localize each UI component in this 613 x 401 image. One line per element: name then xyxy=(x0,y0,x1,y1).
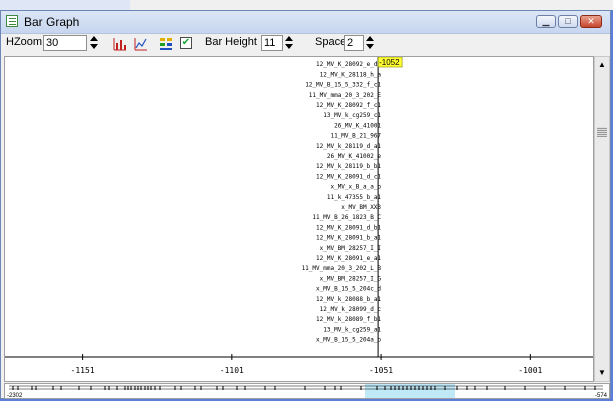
bar-label: 12_MV_k_28119_b_b1 xyxy=(316,163,381,170)
space-input[interactable]: 2 xyxy=(344,35,364,51)
bar-label: x_MV_B_15_5_204a_b xyxy=(316,337,381,344)
bar-height-spinner[interactable] xyxy=(284,36,294,50)
hzoom-label: HZoom xyxy=(6,36,43,48)
bar-graph-app-icon xyxy=(6,15,18,27)
bar-label: 11_MV_mma_20_3_202_L_B xyxy=(302,265,382,272)
bar-label: 11_MV_mma_20_3_202_E xyxy=(309,92,382,99)
show-values-checkbox[interactable]: ✔ xyxy=(180,37,192,49)
bar-label: 12_MV_B_15_5_332_f_c1 xyxy=(305,82,381,89)
space-label: Space xyxy=(315,36,347,48)
hzoom-input[interactable]: 30 xyxy=(43,35,87,51)
x-tick-label: -1151 xyxy=(71,366,95,375)
hzoom-spinner[interactable] xyxy=(89,36,99,50)
bar-height-input[interactable]: 11 xyxy=(261,35,283,51)
bar-label: 13_MV_k_cg259_a1 xyxy=(323,326,381,333)
scroll-thumb[interactable] xyxy=(597,127,607,137)
bar-chart-vertical-icon[interactable] xyxy=(113,37,127,51)
scroll-down-arrow-icon[interactable]: ▼ xyxy=(597,367,607,379)
value-tooltip-text: -1052 xyxy=(379,58,400,67)
bar-label: 12_MV_K_28091_d_b1 xyxy=(316,224,381,231)
close-button[interactable]: ✕ xyxy=(580,15,602,28)
color-bars-icon[interactable] xyxy=(159,37,173,51)
toolbar: HZoom 30 ✔ Bar Height 11 Space 2 xyxy=(1,34,610,54)
bar-label: 12_MV_K_28091_e_a1 xyxy=(316,255,381,262)
bar-label: x_MV_BM_XX3 xyxy=(341,204,381,211)
minimize-button[interactable]: ▁ xyxy=(536,15,556,28)
bar-label: 13_MV_k_cg259_c1 xyxy=(323,112,381,119)
bar-label: 11_MV_B_26_1823_B_C xyxy=(312,214,381,221)
line-chart-icon[interactable] xyxy=(134,37,148,51)
bar-label: 11_MV_B_21_967 xyxy=(330,133,381,140)
maximize-button[interactable]: □ xyxy=(558,15,578,28)
vertical-scrollbar[interactable]: ▲ ▼ xyxy=(594,56,610,382)
bar-label: 12_MV_K_28118_h_a xyxy=(320,71,382,78)
bar-graph-window: Bar Graph ▁ □ ✕ HZoom 30 ✔ Bar Height 11… xyxy=(0,10,611,399)
bar-label: x_MV_B_15_5_204c_d xyxy=(316,286,381,293)
bar-label: x_MV_x_B_a_a_b xyxy=(330,184,381,191)
bar-label: 12_MV_K_28092_f_c1 xyxy=(316,102,381,109)
bar-label: 12_MV_k_28088_b_a1 xyxy=(316,296,381,303)
bar-label: 26_MV_K_41002_e xyxy=(327,153,382,160)
scroll-up-arrow-icon[interactable]: ▲ xyxy=(597,59,607,71)
overview-right-label: -574 xyxy=(595,393,608,398)
bar-label: x_MV_BM_28257_I_I xyxy=(320,245,382,252)
bar-label: 12_MV_k_28099_d_c xyxy=(320,306,382,313)
space-spinner[interactable] xyxy=(365,36,375,50)
bar-label: x_MV_BM_28257_I_G xyxy=(320,275,382,282)
bar-chart: 12_MV_K_28092_e_d1 12_MV_K_28118_h_a 12_MV… xyxy=(5,56,593,375)
overview-left-label: -2302 xyxy=(7,393,23,398)
overview-graphic: -2302 -574 xyxy=(7,384,608,399)
bar-label: 12_MV_K_28091_d_c1 xyxy=(316,173,381,180)
overview-strip[interactable]: -2302 -574 xyxy=(4,383,610,399)
bar-label: 12_MV_k_28089_f_b1 xyxy=(316,316,381,323)
x-tick-label: -1001 xyxy=(518,366,542,375)
bar-label: 12_MV_k_28119_d_a1 xyxy=(316,143,381,150)
bar-label: 12_MV_K_28092_e_d1 xyxy=(316,61,381,68)
bar-height-label: Bar Height xyxy=(205,36,257,48)
x-tick-label: -1101 xyxy=(220,366,244,375)
desktop-background xyxy=(0,0,613,10)
bar-label: 11_k_47355_b_a1 xyxy=(327,194,382,201)
window-title: Bar Graph xyxy=(24,15,80,29)
bar-label: 26_MV_K_41001 xyxy=(334,122,381,129)
chart-area[interactable]: 12_MV_K_28092_e_d1 12_MV_K_28118_h_a 12_MV… xyxy=(4,56,594,382)
desktop-highlight xyxy=(0,0,130,10)
bar-label: 12_MV_K_28091_b_a1 xyxy=(316,235,381,242)
title-bar[interactable]: Bar Graph ▁ □ ✕ xyxy=(1,11,610,34)
x-tick-label: -1051 xyxy=(369,366,393,375)
